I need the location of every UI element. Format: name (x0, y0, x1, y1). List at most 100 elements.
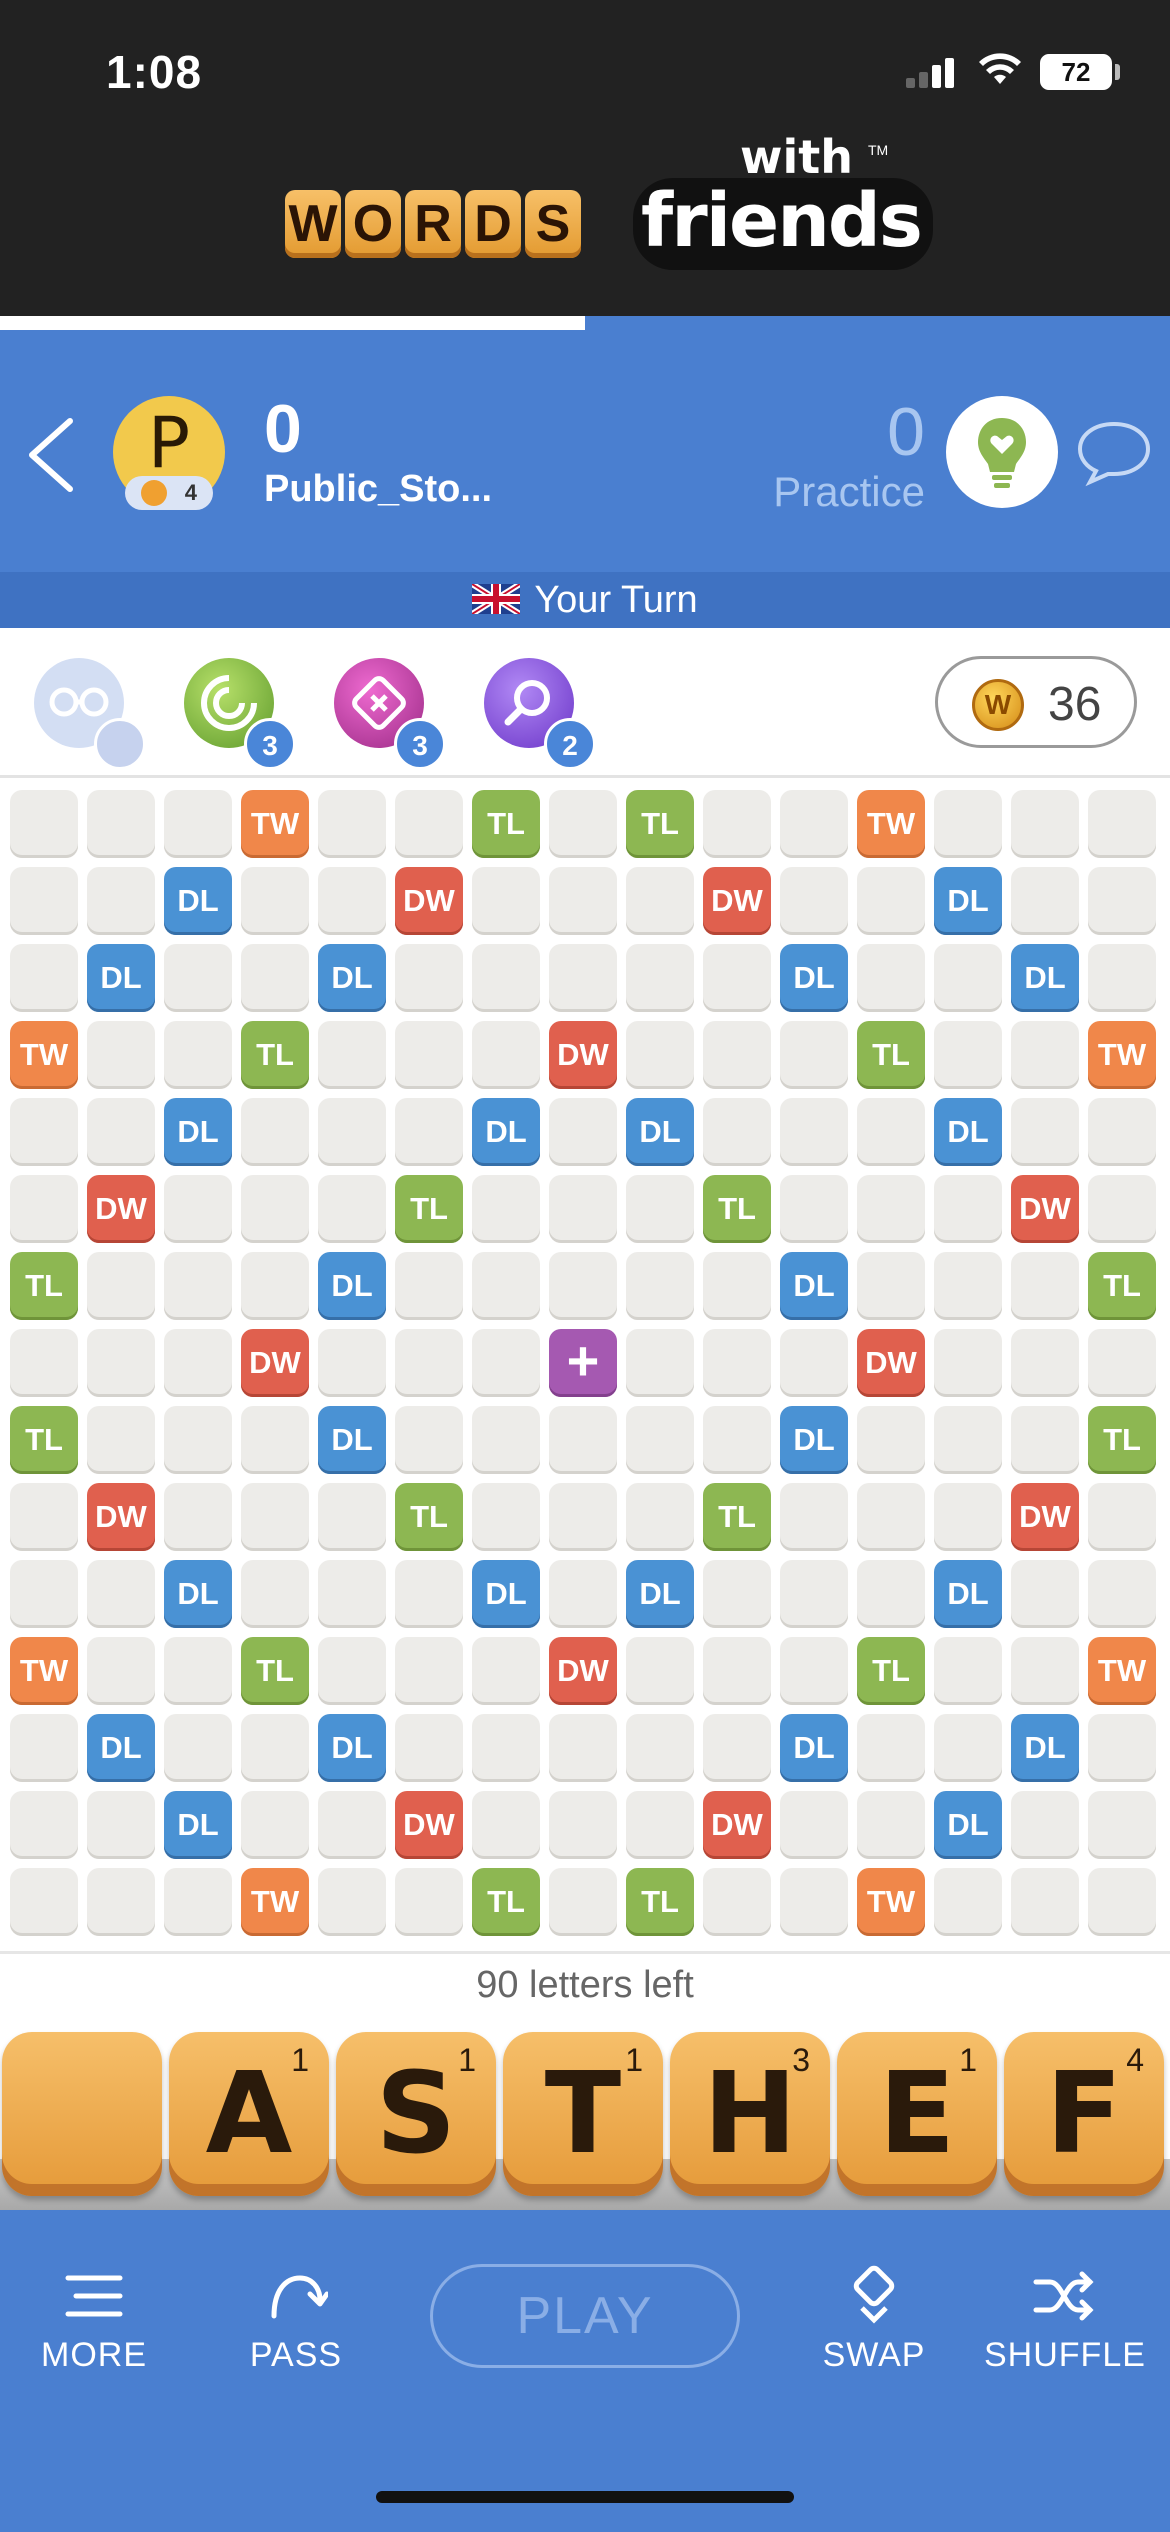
board-square[interactable] (10, 1714, 78, 1782)
board-square-dl[interactable]: DL (318, 944, 386, 1012)
board-square[interactable] (395, 944, 463, 1012)
board-square[interactable] (549, 790, 617, 858)
hint-lightbulb-button[interactable] (946, 396, 1058, 508)
board-square[interactable] (241, 1098, 309, 1166)
board-square[interactable] (934, 1175, 1002, 1243)
board-square-tw[interactable]: TW (241, 790, 309, 858)
board-square[interactable] (395, 1560, 463, 1628)
board-square[interactable] (318, 1868, 386, 1936)
rack-tile-f[interactable]: F4 (1004, 2032, 1164, 2196)
board-square-dw[interactable]: DW (241, 1329, 309, 1397)
board-square-dl[interactable]: DL (626, 1098, 694, 1166)
board-square-tw[interactable]: TW (857, 790, 925, 858)
board-square-tl[interactable]: TL (703, 1175, 771, 1243)
board-square[interactable] (626, 1406, 694, 1474)
board-square[interactable] (626, 1021, 694, 1089)
board-square-dl[interactable]: DL (780, 944, 848, 1012)
board-square[interactable] (703, 944, 771, 1012)
board-square[interactable] (318, 790, 386, 858)
board-square[interactable] (395, 1637, 463, 1705)
board-square[interactable] (703, 1252, 771, 1320)
board-square[interactable] (549, 1560, 617, 1628)
board-square-dl[interactable]: DL (934, 1560, 1002, 1628)
board-square[interactable] (10, 1483, 78, 1551)
board-square-dl[interactable]: DL (780, 1406, 848, 1474)
board-square[interactable] (395, 1098, 463, 1166)
hindsight-powerup-button[interactable]: 3 (184, 658, 296, 770)
board-square[interactable] (549, 1175, 617, 1243)
board-square[interactable] (934, 790, 1002, 858)
board-square[interactable] (241, 1791, 309, 1859)
board-square[interactable] (318, 1021, 386, 1089)
rack-tile-e[interactable]: E1 (837, 2032, 997, 2196)
back-chevron-icon[interactable] (22, 415, 82, 495)
board-square[interactable] (703, 1714, 771, 1782)
board-square[interactable] (857, 1560, 925, 1628)
board-square[interactable] (395, 1406, 463, 1474)
board-square[interactable] (780, 1021, 848, 1089)
board-square[interactable] (1011, 1868, 1079, 1936)
board-square[interactable] (626, 1483, 694, 1551)
board-square[interactable] (472, 1021, 540, 1089)
board-square[interactable] (164, 1483, 232, 1551)
board-square-dw[interactable]: DW (395, 867, 463, 935)
board-square[interactable] (934, 1714, 1002, 1782)
board-square[interactable] (626, 944, 694, 1012)
board-square[interactable] (626, 1175, 694, 1243)
board-square[interactable] (626, 867, 694, 935)
board-square[interactable] (1088, 1483, 1156, 1551)
board-square[interactable] (780, 1483, 848, 1551)
board-square[interactable] (1088, 1868, 1156, 1936)
board-square-tw[interactable]: TW (10, 1021, 78, 1089)
board-square[interactable] (87, 790, 155, 858)
coin-balance-button[interactable]: W 36 (935, 656, 1137, 748)
board-square[interactable] (1011, 1637, 1079, 1705)
board-square[interactable] (164, 1868, 232, 1936)
board-square[interactable] (318, 1329, 386, 1397)
board-square[interactable] (318, 1560, 386, 1628)
board-square[interactable] (780, 1098, 848, 1166)
board-square-tl[interactable]: TL (626, 1868, 694, 1936)
board-square[interactable] (1088, 1791, 1156, 1859)
board-square[interactable] (164, 1175, 232, 1243)
board-square[interactable] (472, 1329, 540, 1397)
pass-button[interactable]: PASS (216, 2264, 376, 2375)
board-square-dl[interactable]: DL (780, 1252, 848, 1320)
board-square-tl[interactable]: TL (10, 1252, 78, 1320)
chat-bubble-icon[interactable] (1074, 418, 1154, 488)
board-square-dw[interactable]: DW (549, 1637, 617, 1705)
board-square[interactable] (395, 1021, 463, 1089)
board-square[interactable] (1011, 790, 1079, 858)
board-square[interactable] (164, 1021, 232, 1089)
board-square[interactable] (472, 1252, 540, 1320)
board-square[interactable] (934, 1637, 1002, 1705)
board-square-dl[interactable]: DL (164, 1560, 232, 1628)
board-square[interactable] (1088, 790, 1156, 858)
board-square[interactable] (626, 1791, 694, 1859)
board-square-dl[interactable]: DL (626, 1560, 694, 1628)
board-square[interactable] (703, 1098, 771, 1166)
board-square-tl[interactable]: TL (10, 1406, 78, 1474)
board-square[interactable] (1011, 1329, 1079, 1397)
board-square[interactable] (318, 867, 386, 935)
board-square-dw[interactable]: DW (87, 1483, 155, 1551)
board-square[interactable] (87, 1560, 155, 1628)
board-square[interactable] (10, 1560, 78, 1628)
board-square[interactable] (164, 1637, 232, 1705)
board-square[interactable] (1011, 1098, 1079, 1166)
board-square-dw[interactable]: DW (1011, 1175, 1079, 1243)
board-square[interactable] (472, 1483, 540, 1551)
board-square[interactable] (472, 1406, 540, 1474)
board-square[interactable] (10, 867, 78, 935)
board-square[interactable] (472, 1637, 540, 1705)
board-square-tl[interactable]: TL (395, 1175, 463, 1243)
board-square-tw[interactable]: TW (1088, 1021, 1156, 1089)
board-square-tl[interactable]: TL (472, 790, 540, 858)
board-square[interactable] (10, 1329, 78, 1397)
board-square[interactable] (857, 1098, 925, 1166)
board-square-tl[interactable]: TL (241, 1021, 309, 1089)
board-square[interactable] (1088, 1714, 1156, 1782)
board-square[interactable] (1011, 1406, 1079, 1474)
board-square[interactable] (1088, 1560, 1156, 1628)
board-square[interactable] (164, 790, 232, 858)
